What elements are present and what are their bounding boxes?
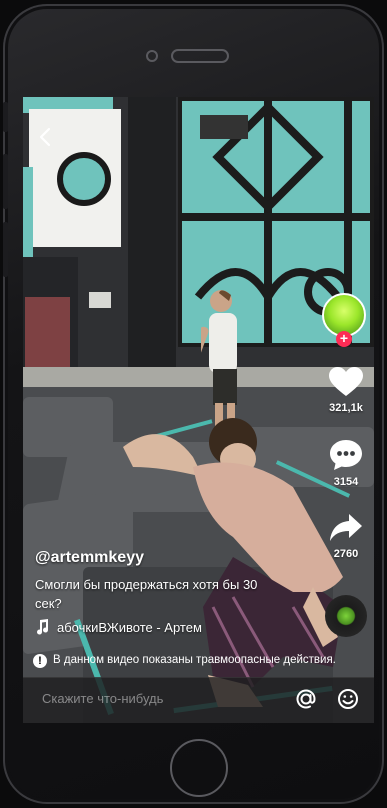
follow-button[interactable]: + xyxy=(336,331,352,347)
video-caption: Смогли бы продержаться хотя бы 30 сек? xyxy=(35,577,258,611)
music-disc[interactable] xyxy=(325,595,367,637)
warning-text: В данном видео показаны травмоопасные де… xyxy=(53,654,336,666)
video-screen[interactable]: + 321,1k 3154 2760 @artemmkeyy Смогли бы… xyxy=(23,97,374,723)
volume-down-button xyxy=(3,222,8,277)
comment-button[interactable]: 3154 xyxy=(326,439,366,488)
front-camera xyxy=(146,50,158,62)
scene-door-interior xyxy=(25,297,70,372)
warning-icon: ! xyxy=(33,654,47,668)
earpiece-speaker xyxy=(171,49,229,63)
back-arrow-icon[interactable] xyxy=(37,127,53,147)
comment-count: 3154 xyxy=(333,476,359,488)
scene-wall-box xyxy=(89,292,111,308)
heart-icon xyxy=(329,367,363,396)
comment-bar xyxy=(23,677,374,723)
like-button[interactable]: 321,1k xyxy=(326,367,366,414)
share-count: 2760 xyxy=(333,548,359,560)
safety-warning: ! В данном видео показаны травмоопасные … xyxy=(31,653,367,671)
volume-up-button xyxy=(3,154,8,209)
mute-switch xyxy=(3,102,8,132)
music-note-icon xyxy=(37,619,49,635)
music-info[interactable]: абочкиВЖивоте - Артем xyxy=(35,619,325,637)
scene-pillar xyxy=(128,97,176,387)
emoji-icon[interactable] xyxy=(335,686,361,712)
comment-icon xyxy=(330,440,362,470)
music-title: абочкиВЖивоте - Артем xyxy=(57,620,202,635)
video-username[interactable]: @artemmkeyy xyxy=(35,549,144,567)
at-icon[interactable] xyxy=(293,686,319,712)
scene-round-window xyxy=(57,152,111,206)
comment-input[interactable] xyxy=(40,690,244,707)
share-button[interactable]: 2760 xyxy=(326,513,366,560)
home-button[interactable] xyxy=(170,739,228,797)
like-count: 321,1k xyxy=(329,402,363,414)
share-icon xyxy=(330,514,362,541)
